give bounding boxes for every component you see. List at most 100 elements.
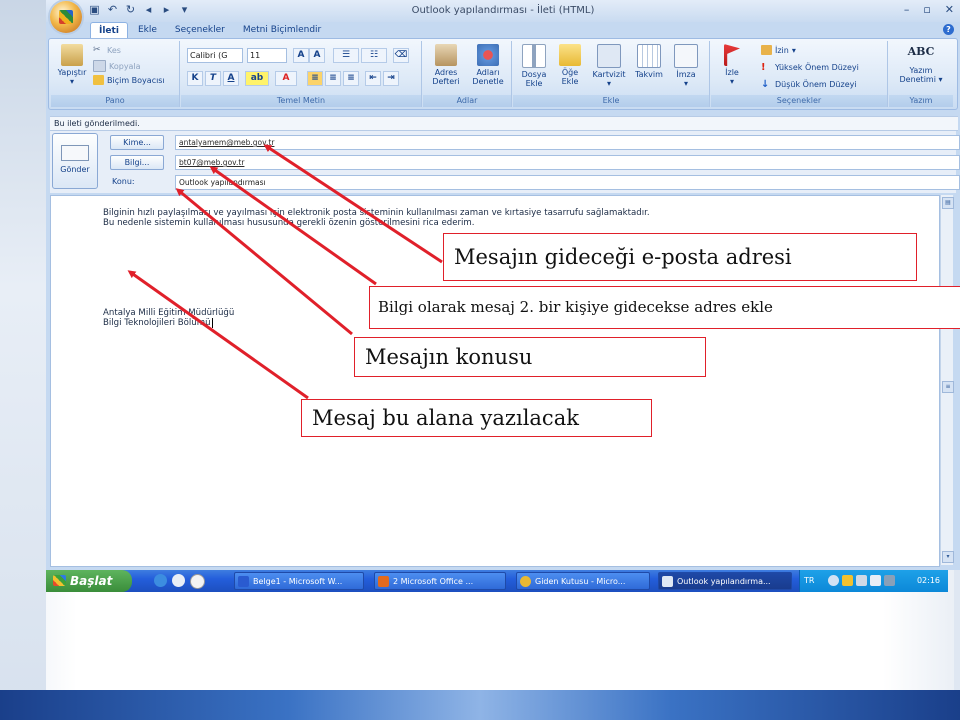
callout-email-address: Mesajın gideceği e-posta adresi: [443, 233, 917, 281]
tab-metni-bicimlendir[interactable]: Metni Biçimlendir: [235, 22, 329, 38]
task-giden-kutusu[interactable]: Giden Kutusu - Micro...: [516, 572, 650, 590]
follow-up-button[interactable]: İzle ▾: [715, 44, 749, 86]
taskbar: Başlat Belge1 - Microsoft W... 2 Microso…: [46, 570, 948, 592]
address-book-button[interactable]: Adres Defteri: [427, 44, 465, 86]
clear-formatting-button[interactable]: ⌫: [393, 48, 409, 63]
paste-label: Yapıştır: [57, 68, 87, 77]
signature-line-2: Bilgi Teknolojileri Bölümü: [103, 318, 234, 328]
cut-label: Kes: [107, 45, 121, 55]
windows-logo-icon: [53, 575, 66, 586]
maximize-icon[interactable]: ▫: [923, 3, 930, 16]
group-secenekler: İzle ▾ İzin ▾ ! Yüksek Önem Düzeyi ↓ Düşü…: [711, 41, 888, 107]
to-field[interactable]: antalyamem@meb.gov.tr: [175, 135, 960, 150]
copy-icon: [93, 60, 106, 72]
tray-volume-icon[interactable]: [870, 575, 881, 586]
firefox-icon[interactable]: [172, 574, 185, 587]
high-importance-label: Yüksek Önem Düzeyi: [775, 62, 859, 72]
scroll-thumb[interactable]: ≡: [942, 381, 954, 393]
group-label-ekle: Ekle: [513, 95, 709, 107]
italic-button[interactable]: T: [205, 71, 221, 86]
tab-ekle[interactable]: Ekle: [130, 22, 165, 38]
signature-block: Antalya Milli Eğitim Müdürlüğü Bilgi Tek…: [103, 308, 234, 328]
help-icon[interactable]: ?: [943, 24, 954, 35]
font-name-select[interactable]: Calibri (G: [187, 48, 243, 63]
group-label-yazim: Yazım: [889, 95, 953, 107]
vertical-scrollbar[interactable]: ▤ ≡ ▾: [940, 195, 954, 565]
to-button[interactable]: Kime...: [110, 135, 164, 150]
group-adlar: Adres Defteri Adları Denetle Adlar: [423, 41, 512, 107]
task-office-group[interactable]: 2 Microsoft Office ...: [374, 572, 506, 590]
underline-button[interactable]: A: [223, 71, 239, 86]
ruler-toggle-icon[interactable]: ▤: [942, 197, 954, 209]
group-yazim: ABC Yazım Denetimi ▾ Yazım: [889, 41, 953, 107]
language-indicator[interactable]: TR: [804, 570, 814, 592]
format-painter-button[interactable]: Biçim Boyacısı: [93, 75, 165, 85]
cc-button[interactable]: Bilgi...: [110, 155, 164, 170]
business-card-button[interactable]: Kartvizit ▾: [589, 44, 629, 88]
attach-file-button[interactable]: Dosya Ekle: [517, 44, 551, 88]
group-label-temel-metin: Temel Metin: [181, 95, 421, 107]
copy-label: Kopyala: [109, 61, 141, 71]
internet-explorer-icon[interactable]: [154, 574, 167, 587]
tray-network-icon[interactable]: [856, 575, 867, 586]
group-temel-metin: Calibri (G 11 A A ☰ ☷ ⌫ K T A ab A ≡ ≡ ≡…: [181, 41, 422, 107]
paste-button[interactable]: Yapıştır ▾: [55, 44, 89, 86]
send-envelope-icon: [61, 145, 89, 161]
tray-outlook-icon[interactable]: [842, 575, 853, 586]
task-outlook-config[interactable]: Outlook yapılandırma...: [658, 572, 792, 590]
align-right-button[interactable]: ≡: [343, 71, 359, 86]
bullets-button[interactable]: ☰: [333, 48, 359, 63]
calendar-button[interactable]: Takvim: [631, 44, 667, 79]
cut-button[interactable]: ✂ Kes: [93, 45, 121, 55]
signature-line-2-text: Bilgi Teknolojileri Bölümü: [103, 318, 211, 328]
business-card-icon: [597, 44, 621, 68]
align-left-button[interactable]: ≡: [307, 71, 323, 86]
word-icon: [238, 576, 249, 587]
window-title: Outlook yapılandırması - İleti (HTML): [411, 5, 595, 16]
send-button[interactable]: Gönder: [52, 133, 98, 189]
check-names-label: Adları Denetle: [472, 68, 504, 86]
copy-button[interactable]: Kopyala: [93, 60, 141, 72]
low-importance-button[interactable]: ↓ Düşük Önem Düzeyi: [761, 79, 857, 90]
shrink-font-button[interactable]: A: [309, 48, 325, 63]
tray-arrow-icon[interactable]: [828, 575, 839, 586]
signature-icon: [674, 44, 698, 68]
subject-field[interactable]: Outlook yapılandırması: [175, 175, 960, 190]
cc-field[interactable]: bt07@meb.gov.tr: [175, 155, 960, 170]
tray-device-icon[interactable]: [884, 575, 895, 586]
font-color-button[interactable]: A: [275, 71, 297, 86]
media-player-icon[interactable]: [190, 574, 205, 589]
attach-item-button[interactable]: Öğe Ekle: [553, 44, 587, 86]
permission-button[interactable]: İzin ▾: [761, 45, 796, 55]
office-button[interactable]: [50, 1, 82, 33]
paste-dropdown-icon: ▾: [69, 77, 74, 86]
signature-label: İmza: [676, 70, 696, 79]
align-center-button[interactable]: ≡: [325, 71, 341, 86]
task-office-group-label: 2 Microsoft Office ...: [393, 577, 474, 586]
signature-button[interactable]: İmza ▾: [669, 44, 703, 88]
group-ekle: Dosya Ekle Öğe Ekle Kartvizit ▾ Takvim İm…: [513, 41, 710, 107]
close-icon[interactable]: ✕: [945, 3, 954, 16]
brush-icon: [93, 75, 104, 85]
decrease-indent-button[interactable]: ⇤: [365, 71, 381, 86]
tab-secenekler[interactable]: Seçenekler: [167, 22, 233, 38]
font-size-select[interactable]: 11: [247, 48, 287, 63]
highlight-button[interactable]: ab: [245, 71, 269, 86]
paste-icon: [61, 44, 83, 66]
start-button[interactable]: Başlat: [46, 570, 132, 592]
task-belge1[interactable]: Belge1 - Microsoft W...: [234, 572, 364, 590]
spelling-button[interactable]: ABC Yazım Denetimi ▾: [893, 44, 949, 84]
bold-button[interactable]: K: [187, 71, 203, 86]
high-importance-button[interactable]: ! Yüksek Önem Düzeyi: [761, 62, 859, 73]
attach-file-label: Dosya Ekle: [521, 70, 547, 88]
check-names-button[interactable]: Adları Denetle: [467, 44, 509, 86]
minimize-icon[interactable]: –: [904, 3, 910, 16]
tab-ileti[interactable]: İleti: [90, 22, 128, 38]
system-tray: TR 02:16: [799, 570, 948, 592]
grow-font-button[interactable]: A: [293, 48, 309, 63]
outlook-compose-window: ▣ ↶ ↻ ◂ ▸ ▾ Outlook yapılandırması - İle…: [46, 0, 960, 570]
scroll-down-icon[interactable]: ▾: [942, 551, 954, 563]
increase-indent-button[interactable]: ⇥: [383, 71, 399, 86]
body-line-1: Bilginin hızlı paylaşılması ve yayılması…: [103, 208, 650, 218]
numbering-button[interactable]: ☷: [361, 48, 387, 63]
